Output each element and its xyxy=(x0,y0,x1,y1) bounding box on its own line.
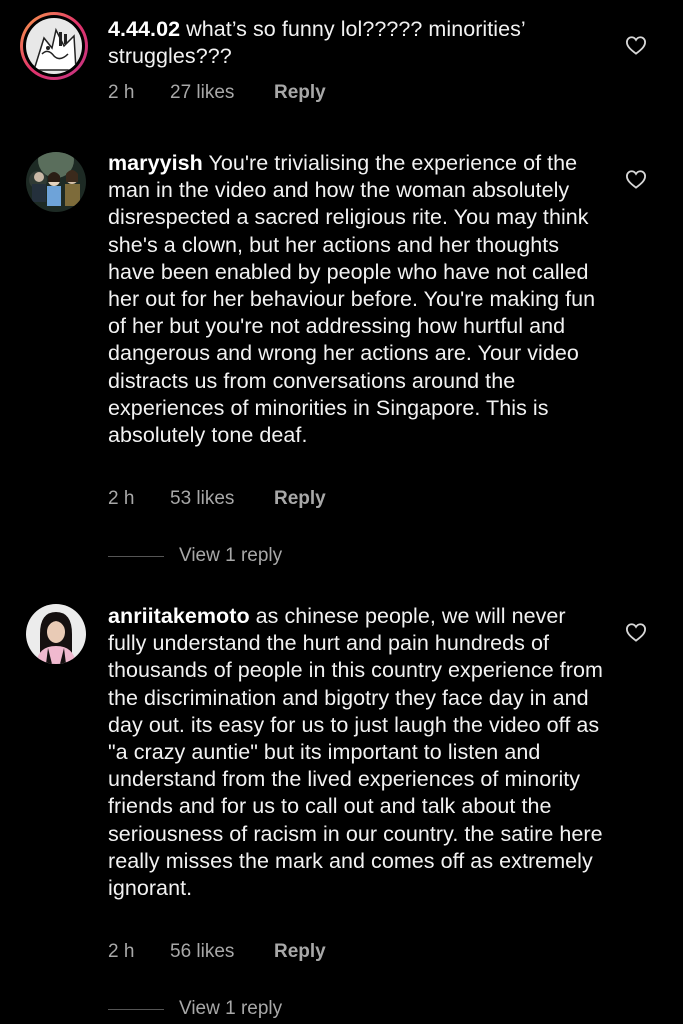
view-replies-button[interactable]: View 1 reply xyxy=(108,545,282,567)
comment-item: 4.44.02 what’s so funny lol????? minorit… xyxy=(0,0,683,140)
comment-text: anriitakemoto as chinese people, we will… xyxy=(108,603,603,902)
heart-outline-icon[interactable] xyxy=(625,169,647,189)
comment-text: 4.44.02 what’s so funny lol????? minorit… xyxy=(108,16,603,70)
comment-body: as chinese people, we will never fully u… xyxy=(108,604,603,901)
reply-button[interactable]: Reply xyxy=(274,941,326,963)
comment-meta: 2 h 53 likes Reply xyxy=(108,488,326,510)
user-avatar-icon[interactable] xyxy=(26,152,86,212)
heart-outline-icon[interactable] xyxy=(625,622,647,642)
view-replies-label[interactable]: View 1 reply xyxy=(179,545,282,567)
reply-thread-line xyxy=(108,555,164,557)
comment-username[interactable]: 4.44.02 xyxy=(108,17,180,41)
user-avatar-icon[interactable] xyxy=(26,604,86,664)
comment-body: You're trivialising the experience of th… xyxy=(108,151,596,448)
reply-thread-line xyxy=(108,1008,164,1010)
comment-likes[interactable]: 53 likes xyxy=(170,488,274,510)
view-replies-button[interactable]: View 1 reply xyxy=(108,998,282,1020)
comment-meta: 2 h 56 likes Reply xyxy=(108,941,326,963)
comment-meta: 2 h 27 likes Reply xyxy=(108,82,326,104)
reply-button[interactable]: Reply xyxy=(274,488,326,510)
heart-outline-icon[interactable] xyxy=(625,35,647,55)
comment-timestamp: 2 h xyxy=(108,82,135,103)
comment-text: maryyish You're trivialising the experie… xyxy=(108,150,603,449)
comment-likes[interactable]: 56 likes xyxy=(170,941,274,963)
comment-likes[interactable]: 27 likes xyxy=(170,82,274,104)
comment-item: maryyish You're trivialising the experie… xyxy=(0,140,683,580)
comment-timestamp: 2 h xyxy=(108,941,135,962)
user-avatar-icon[interactable] xyxy=(20,12,88,80)
comment-item: anriitakemoto as chinese people, we will… xyxy=(0,592,683,1024)
comment-username[interactable]: anriitakemoto xyxy=(108,604,250,628)
reply-button[interactable]: Reply xyxy=(274,82,326,104)
comment-username[interactable]: maryyish xyxy=(108,151,203,175)
comment-timestamp: 2 h xyxy=(108,488,135,509)
view-replies-label[interactable]: View 1 reply xyxy=(179,998,282,1020)
